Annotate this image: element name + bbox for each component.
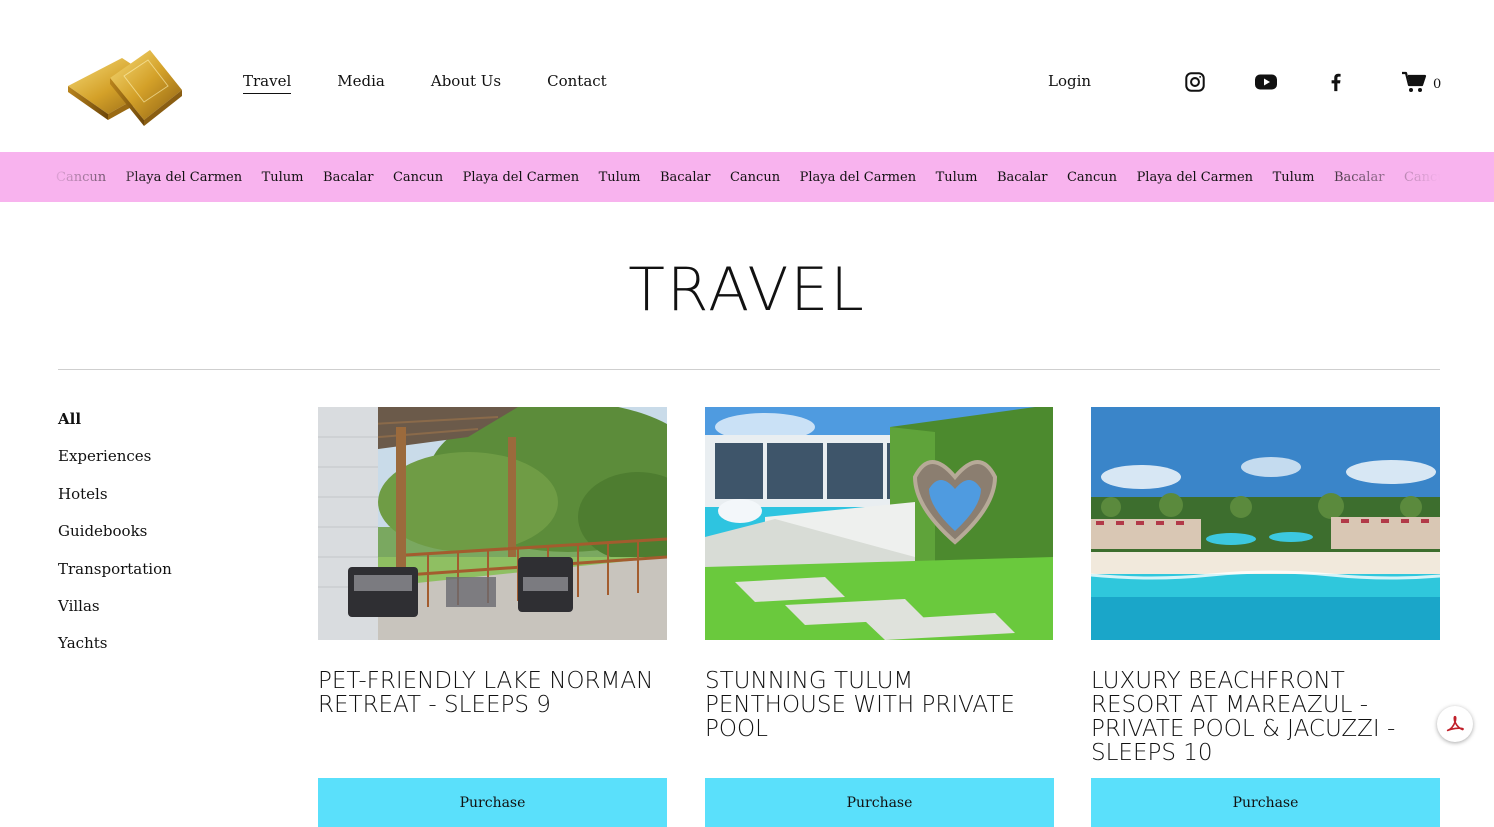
- nav-media[interactable]: Media: [337, 72, 385, 94]
- category-experiences[interactable]: Experiences: [58, 447, 172, 484]
- marquee-item: Cancun: [1066, 169, 1118, 185]
- youtube-icon[interactable]: [1254, 70, 1278, 94]
- site-header: Travel Media About Us Contact Login 0: [0, 0, 1494, 152]
- marquee-item: Playa del Carmen: [1473, 169, 1494, 185]
- marquee-item: Tulum: [1272, 169, 1315, 185]
- nav-travel[interactable]: Travel: [243, 72, 292, 94]
- purchase-button[interactable]: Purchase: [1091, 778, 1440, 827]
- marquee-item: Tulum: [598, 169, 641, 185]
- category-transportation[interactable]: Transportation: [58, 560, 172, 597]
- pdf-icon[interactable]: [1437, 706, 1473, 742]
- divider: [58, 369, 1440, 370]
- category-guidebooks[interactable]: Guidebooks: [58, 522, 172, 559]
- facebook-icon[interactable]: [1324, 70, 1348, 94]
- product-image-lake-norman-deck[interactable]: [318, 407, 667, 640]
- marquee-item: Playa del Carmen: [799, 169, 917, 185]
- marquee-item: Bacalar: [323, 169, 374, 185]
- marquee-item: Playa del Carmen: [125, 169, 243, 185]
- marquee-track: Cancun Playa del Carmen Tulum Bacalar Cancun…: [56, 152, 1494, 202]
- product-image-mareazul-resort[interactable]: [1091, 407, 1440, 640]
- product-title[interactable]: Stunning Tulum Penthouse with Private Po…: [705, 669, 1054, 741]
- gold-bars-logo[interactable]: [64, 40, 186, 126]
- main-nav: Travel Media About Us Contact: [243, 72, 607, 94]
- category-list: All Experiences Hotels Guidebooks Transp…: [58, 410, 172, 672]
- marquee-item: Playa del Carmen: [1136, 169, 1254, 185]
- marquee-item: Cancun: [56, 169, 107, 185]
- product-card: Luxury Beachfront Resort at MareAzul - P…: [1091, 407, 1440, 827]
- page-title: TRAVEL: [628, 255, 866, 325]
- category-all[interactable]: All: [58, 410, 172, 447]
- instagram-icon[interactable]: [1183, 70, 1207, 94]
- cart-icon: [1401, 70, 1427, 98]
- product-card: Pet-Friendly Lake Norman Retreat - Sleep…: [318, 407, 667, 827]
- cart-button[interactable]: 0: [1401, 70, 1441, 98]
- nav-contact[interactable]: Contact: [547, 72, 607, 94]
- category-yachts[interactable]: Yachts: [58, 634, 172, 671]
- marquee-item: Playa del Carmen: [462, 169, 580, 185]
- purchase-button[interactable]: Purchase: [705, 778, 1054, 827]
- marquee-item: Cancun: [392, 169, 444, 185]
- product-image-tulum-penthouse[interactable]: [705, 407, 1054, 640]
- category-hotels[interactable]: Hotels: [58, 485, 172, 522]
- marquee-item: Tulum: [261, 169, 304, 185]
- product-title[interactable]: Luxury Beachfront Resort at MareAzul - P…: [1091, 669, 1440, 765]
- cart-count: 0: [1433, 76, 1442, 92]
- product-card: Stunning Tulum Penthouse with Private Po…: [705, 407, 1054, 827]
- marquee-item: Tulum: [935, 169, 978, 185]
- nav-about-us[interactable]: About Us: [431, 72, 501, 94]
- marquee-item: Bacalar: [1333, 169, 1385, 185]
- marquee-item: Cancun: [1403, 169, 1455, 185]
- marquee-item: Bacalar: [660, 169, 711, 185]
- login-link[interactable]: Login: [1048, 72, 1091, 90]
- marquee-item: Cancun: [729, 169, 781, 185]
- purchase-button[interactable]: Purchase: [318, 778, 667, 827]
- category-villas[interactable]: Villas: [58, 597, 172, 634]
- product-title[interactable]: Pet-Friendly Lake Norman Retreat - Sleep…: [318, 669, 667, 717]
- marquee-item: Bacalar: [996, 169, 1048, 185]
- destinations-marquee: Cancun Playa del Carmen Tulum Bacalar Cancun…: [0, 152, 1494, 202]
